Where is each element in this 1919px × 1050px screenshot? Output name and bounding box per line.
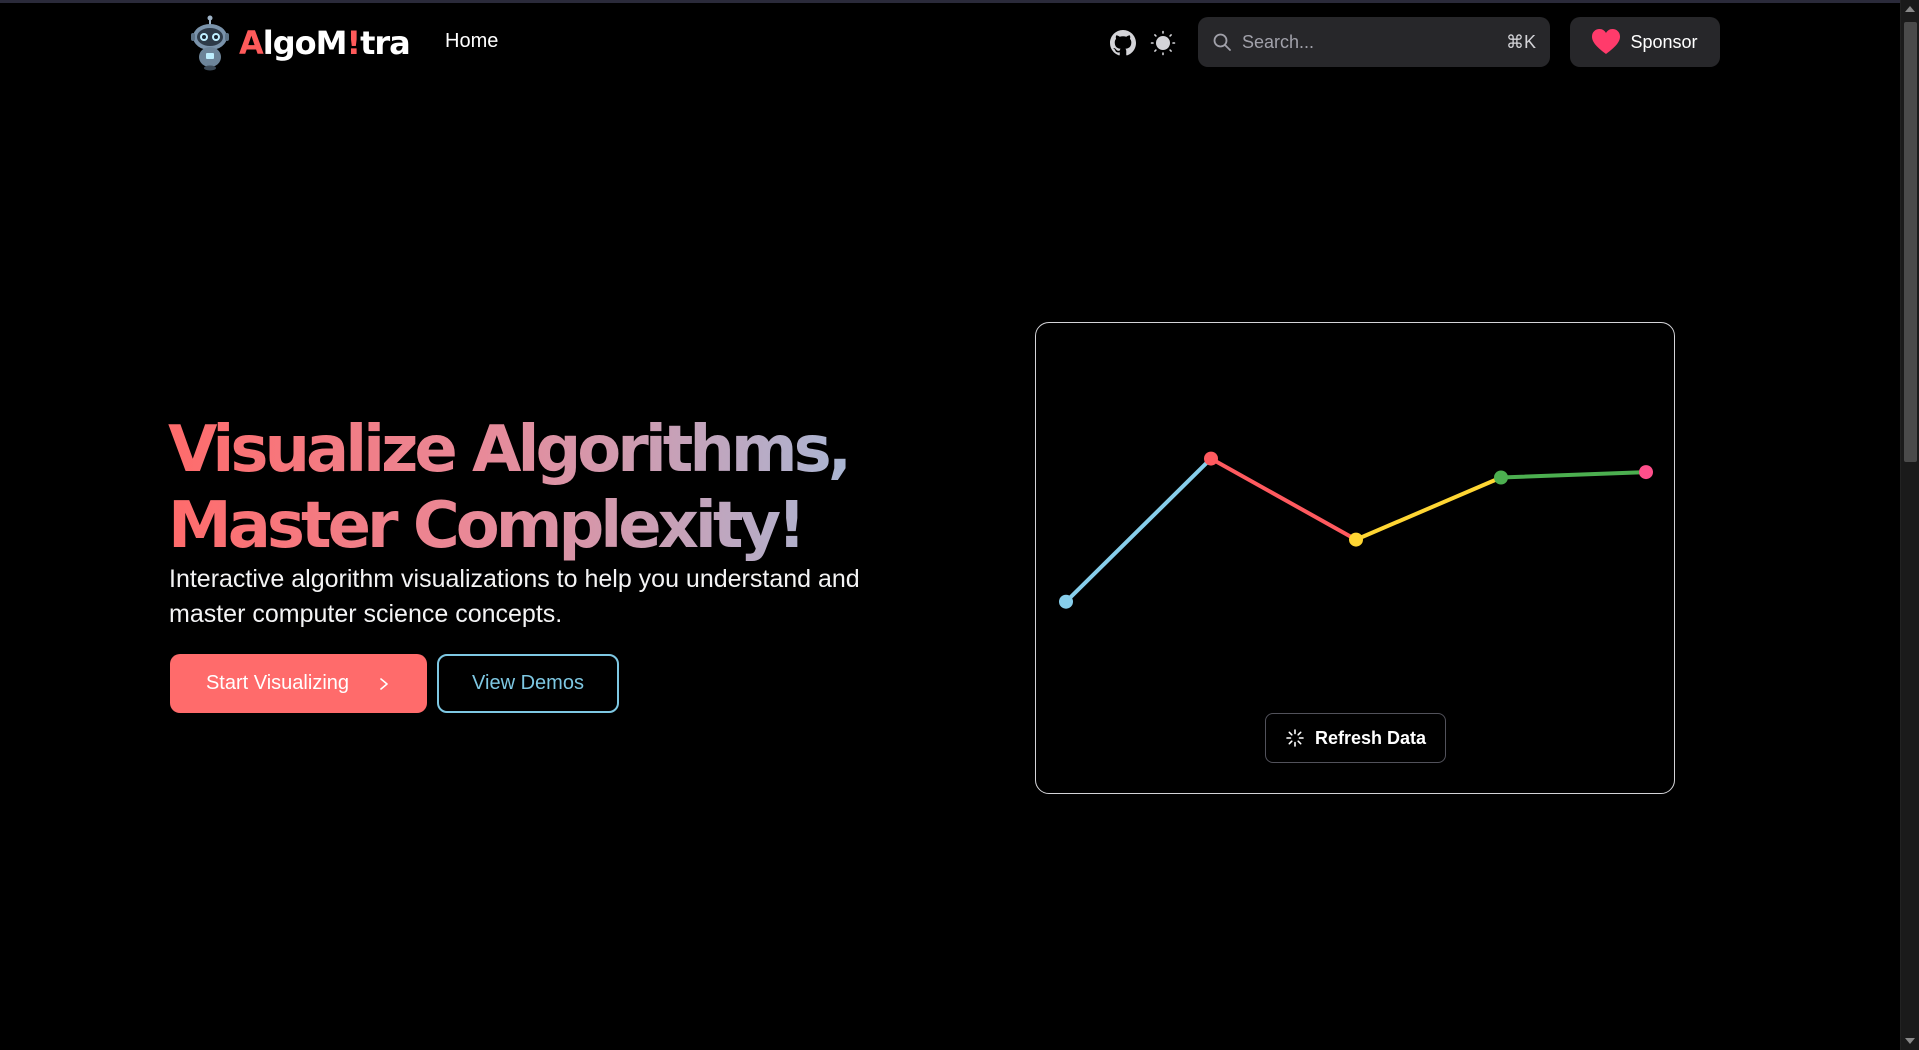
refresh-data-button[interactable]: Refresh Data xyxy=(1265,713,1446,763)
sponsor-button[interactable]: Sponsor xyxy=(1570,17,1720,67)
chart-card: Refresh Data xyxy=(1035,322,1675,794)
chart-data-point xyxy=(1639,465,1653,480)
hero-title: Visualize Algorithms, Master Complexity! xyxy=(168,412,868,564)
hero-title-line1: Visualize Algorithms, xyxy=(168,413,848,487)
nav-home-link[interactable]: Home xyxy=(445,30,498,53)
scroll-thumb[interactable] xyxy=(1904,22,1917,462)
hero-subtitle: Interactive algorithm visualizations to … xyxy=(169,565,860,628)
chart-line-segment xyxy=(1499,470,1648,480)
chart-data-point xyxy=(1204,451,1218,466)
heart-icon xyxy=(1592,29,1621,54)
logo-text: AlgoM!tra xyxy=(239,24,411,62)
chart-line-segment xyxy=(1354,475,1503,542)
page-scrollbar[interactable] xyxy=(1900,0,1919,1050)
hero-title-line2: Master Complexity! xyxy=(168,489,803,563)
scroll-up-arrow-icon[interactable] xyxy=(1905,6,1915,12)
refresh-data-label: Refresh Data xyxy=(1314,727,1427,748)
chevron-right-icon xyxy=(380,677,388,690)
logo[interactable]: AlgoM!tra xyxy=(187,15,411,71)
search-shortcut-hint: ⌘K xyxy=(1505,31,1536,52)
search-icon xyxy=(1213,33,1231,51)
chart-data-point xyxy=(1349,532,1363,547)
start-visualizing-button[interactable]: Start Visualizing xyxy=(170,654,427,713)
robot-logo-icon xyxy=(191,15,229,71)
chart-data-point xyxy=(1059,594,1073,609)
view-demos-button[interactable]: View Demos xyxy=(437,654,619,713)
theme-toggle-sun-icon[interactable] xyxy=(1150,30,1176,56)
scroll-down-arrow-icon[interactable] xyxy=(1905,1038,1915,1044)
site-header: AlgoM!tra Home ⌘K Sponsor xyxy=(0,3,1900,81)
sponsor-label: Sponsor xyxy=(1630,31,1698,52)
chart-line-segment xyxy=(1209,456,1358,542)
chart-data-point xyxy=(1494,470,1508,485)
search-box[interactable]: ⌘K xyxy=(1198,17,1550,67)
search-input[interactable] xyxy=(1242,31,1506,53)
chart-line-segment xyxy=(1064,456,1213,604)
github-icon[interactable] xyxy=(1110,30,1136,56)
start-visualizing-label: Start Visualizing xyxy=(205,672,350,694)
loader-icon xyxy=(1286,729,1304,747)
